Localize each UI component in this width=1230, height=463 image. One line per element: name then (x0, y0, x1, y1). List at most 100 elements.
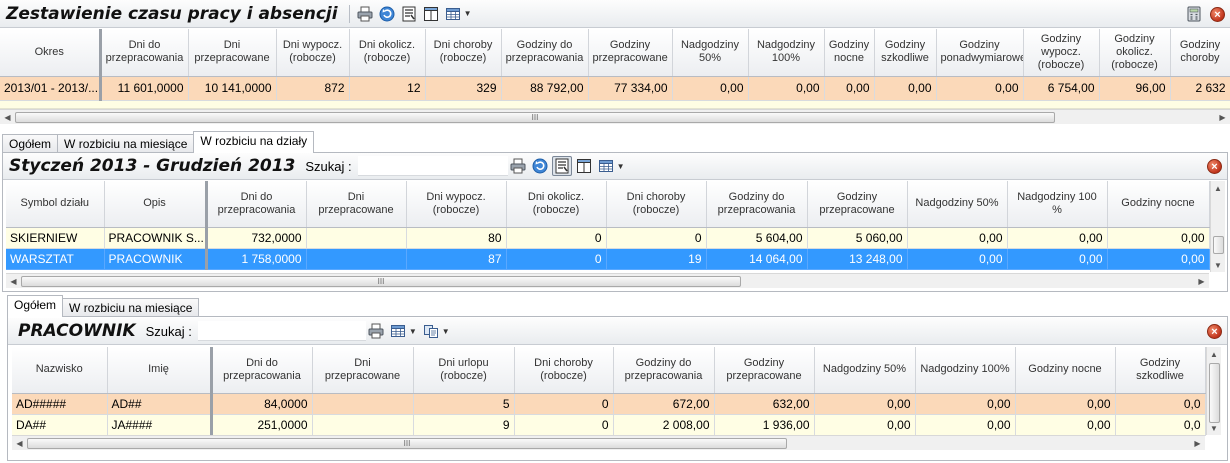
print-button[interactable] (366, 321, 386, 341)
print-button[interactable] (355, 4, 375, 24)
col-header[interactable]: Dni do przepracowania (206, 181, 307, 228)
grid-layout-button[interactable] (388, 321, 408, 341)
col-header[interactable]: Nadgodziny 50% (907, 181, 1008, 228)
employee-vertical-scrollbar[interactable]: ▲ ▼ (1206, 347, 1221, 435)
filter-button[interactable] (399, 4, 419, 24)
col-header[interactable]: Nazwisko (12, 347, 108, 394)
chevron-down-icon[interactable]: ▼ (464, 9, 472, 18)
filter-button[interactable] (551, 156, 572, 176)
grid-layout-button[interactable] (596, 156, 616, 176)
calculator-button[interactable] (1184, 4, 1204, 24)
scroll-thumb[interactable] (1209, 363, 1220, 423)
col-header[interactable]: Dni okolicz. (robocze) (349, 29, 426, 77)
col-header[interactable]: Nadgodziny 50% (672, 29, 749, 77)
chevron-down-icon[interactable]: ▼ (409, 327, 417, 336)
tab-ogolem[interactable]: Ogółem (2, 134, 59, 153)
chevron-down-icon[interactable]: ▼ (442, 327, 450, 336)
summary-horizontal-scrollbar[interactable]: ◀ III ▶ (0, 109, 1230, 124)
main-toolbar: Zestawienie czasu pracy i absencji ▼ × (0, 0, 1230, 28)
col-header[interactable]: Godziny szkodliwe (1115, 347, 1206, 394)
col-header[interactable]: Godziny choroby (1170, 29, 1230, 77)
col-header[interactable]: Godziny nocne (824, 29, 875, 77)
close-window-button[interactable]: × (1210, 7, 1225, 22)
col-header[interactable]: Dni przepracowane (188, 29, 277, 77)
employee-search-input[interactable] (197, 321, 366, 341)
col-header[interactable]: Godziny przepracowane (807, 181, 908, 228)
col-header[interactable]: Opis (104, 181, 208, 228)
tab-ogolem[interactable]: Ogółem (7, 295, 64, 317)
col-header[interactable]: Dni choroby (robocze) (606, 181, 707, 228)
cell: 0,00 (748, 76, 825, 101)
col-header[interactable]: Godziny do przepracowania (706, 181, 808, 228)
scroll-thumb[interactable]: III (27, 438, 787, 449)
col-header[interactable]: Godziny przepracowane (588, 29, 673, 77)
tab-w-rozbiciu-na-dzialy[interactable]: W rozbiciu na działy (193, 131, 315, 153)
col-header[interactable]: Dni okolicz. (robocze) (506, 181, 607, 228)
col-header[interactable]: Godziny do przepracowania (501, 29, 589, 77)
close-employee-panel-button[interactable]: × (1207, 324, 1222, 339)
scroll-up-icon[interactable]: ▲ (1211, 181, 1225, 195)
employee-horizontal-scrollbar[interactable]: ◀ III ▶ (12, 435, 1205, 450)
department-search-input[interactable] (357, 156, 508, 176)
close-department-panel-button[interactable]: × (1207, 159, 1222, 174)
scroll-right-icon[interactable]: ▶ (1194, 274, 1209, 289)
scroll-down-icon[interactable]: ▼ (1211, 258, 1225, 272)
col-header[interactable]: Nadgodziny 100% (915, 347, 1016, 394)
columns-button[interactable] (574, 156, 594, 176)
col-header[interactable]: Dni urlopu (robocze) (413, 347, 515, 394)
col-header[interactable]: Godziny wypocz. (robocze) (1023, 29, 1100, 77)
scroll-right-icon[interactable]: ▶ (1190, 436, 1205, 451)
col-header[interactable]: Godziny szkodliwe (874, 29, 937, 77)
department-vertical-scrollbar[interactable]: ▲ ▼ (1210, 181, 1225, 272)
col-header[interactable]: Godziny okolicz. (robocze) (1099, 29, 1171, 77)
table-row[interactable]: AD##### AD## 84,0000 5 0 672,00 632,00 0… (12, 393, 1206, 415)
col-header[interactable]: Dni do przepracowania (100, 29, 189, 77)
col-header[interactable]: Nadgodziny 50% (814, 347, 916, 394)
scroll-left-icon[interactable]: ◀ (12, 436, 27, 451)
chevron-down-icon[interactable]: ▼ (617, 162, 625, 171)
col-header[interactable]: Godziny ponadwymiarowe (936, 29, 1024, 77)
col-header[interactable]: Symbol działu (6, 181, 105, 228)
cell: 80 (406, 227, 507, 249)
print-button[interactable] (508, 156, 528, 176)
scroll-up-icon[interactable]: ▲ (1207, 347, 1221, 361)
col-header[interactable]: Dni wypocz. (robocze) (276, 29, 350, 77)
department-horizontal-scrollbar[interactable]: ◀ III ▶ (6, 273, 1209, 288)
columns-button[interactable] (421, 4, 441, 24)
col-header[interactable]: Dni do przepracowania (211, 347, 313, 394)
scroll-down-icon[interactable]: ▼ (1207, 421, 1221, 435)
table-row[interactable]: 2013/01 - 2013/... 11 601,0000 10 141,00… (0, 76, 1230, 101)
grid-icon (445, 7, 460, 20)
table-row-selected[interactable]: WARSZTAT PRACOWNIK 1 758,0000 87 0 19 14… (6, 248, 1210, 270)
scroll-right-icon[interactable]: ▶ (1215, 110, 1230, 125)
col-header[interactable]: Dni przepracowane (306, 181, 407, 228)
col-header[interactable]: Dni przepracowane (312, 347, 414, 394)
cell: 0,00 (907, 248, 1008, 270)
col-header[interactable]: Dni wypocz. (robocze) (406, 181, 507, 228)
grid-layout-button[interactable] (443, 4, 463, 24)
table-row[interactable]: SKIERNIEW PRACOWNIK S... 732,0000 80 0 0… (6, 227, 1210, 249)
table-row[interactable]: DA## JA#### 251,0000 9 0 2 008,00 1 936,… (12, 414, 1206, 436)
col-header[interactable]: Dni choroby (robocze) (425, 29, 502, 77)
scroll-thumb[interactable] (1213, 236, 1224, 254)
scroll-thumb[interactable]: III (15, 112, 1055, 123)
tab-w-rozbiciu-na-miesiace[interactable]: W rozbiciu na miesiące (57, 134, 195, 153)
col-header[interactable]: Nadgodziny 100% (748, 29, 825, 77)
grid-icon (598, 160, 613, 172)
refresh-button[interactable] (377, 4, 397, 24)
col-header[interactable]: Nadgodziny 100 % (1007, 181, 1108, 228)
col-header-okres[interactable]: Okres (0, 29, 102, 77)
col-header[interactable]: Godziny przepracowane (714, 347, 815, 394)
col-header[interactable]: Imię (107, 347, 213, 394)
col-header[interactable]: Godziny nocne (1107, 181, 1210, 228)
scroll-thumb[interactable]: III (21, 276, 741, 287)
col-header[interactable]: Godziny nocne (1015, 347, 1116, 394)
col-header[interactable]: Dni choroby (robocze) (514, 347, 614, 394)
col-header[interactable]: Godziny do przepracowania (613, 347, 715, 394)
scroll-left-icon[interactable]: ◀ (0, 110, 15, 125)
copy-button[interactable] (421, 321, 441, 341)
tab-w-rozbiciu-na-miesiace[interactable]: W rozbiciu na miesiące (62, 298, 200, 317)
refresh-button[interactable] (530, 156, 550, 176)
scroll-left-icon[interactable]: ◀ (6, 274, 21, 289)
top-tabs: Ogółem W rozbiciu na miesiące W rozbiciu… (2, 131, 315, 153)
